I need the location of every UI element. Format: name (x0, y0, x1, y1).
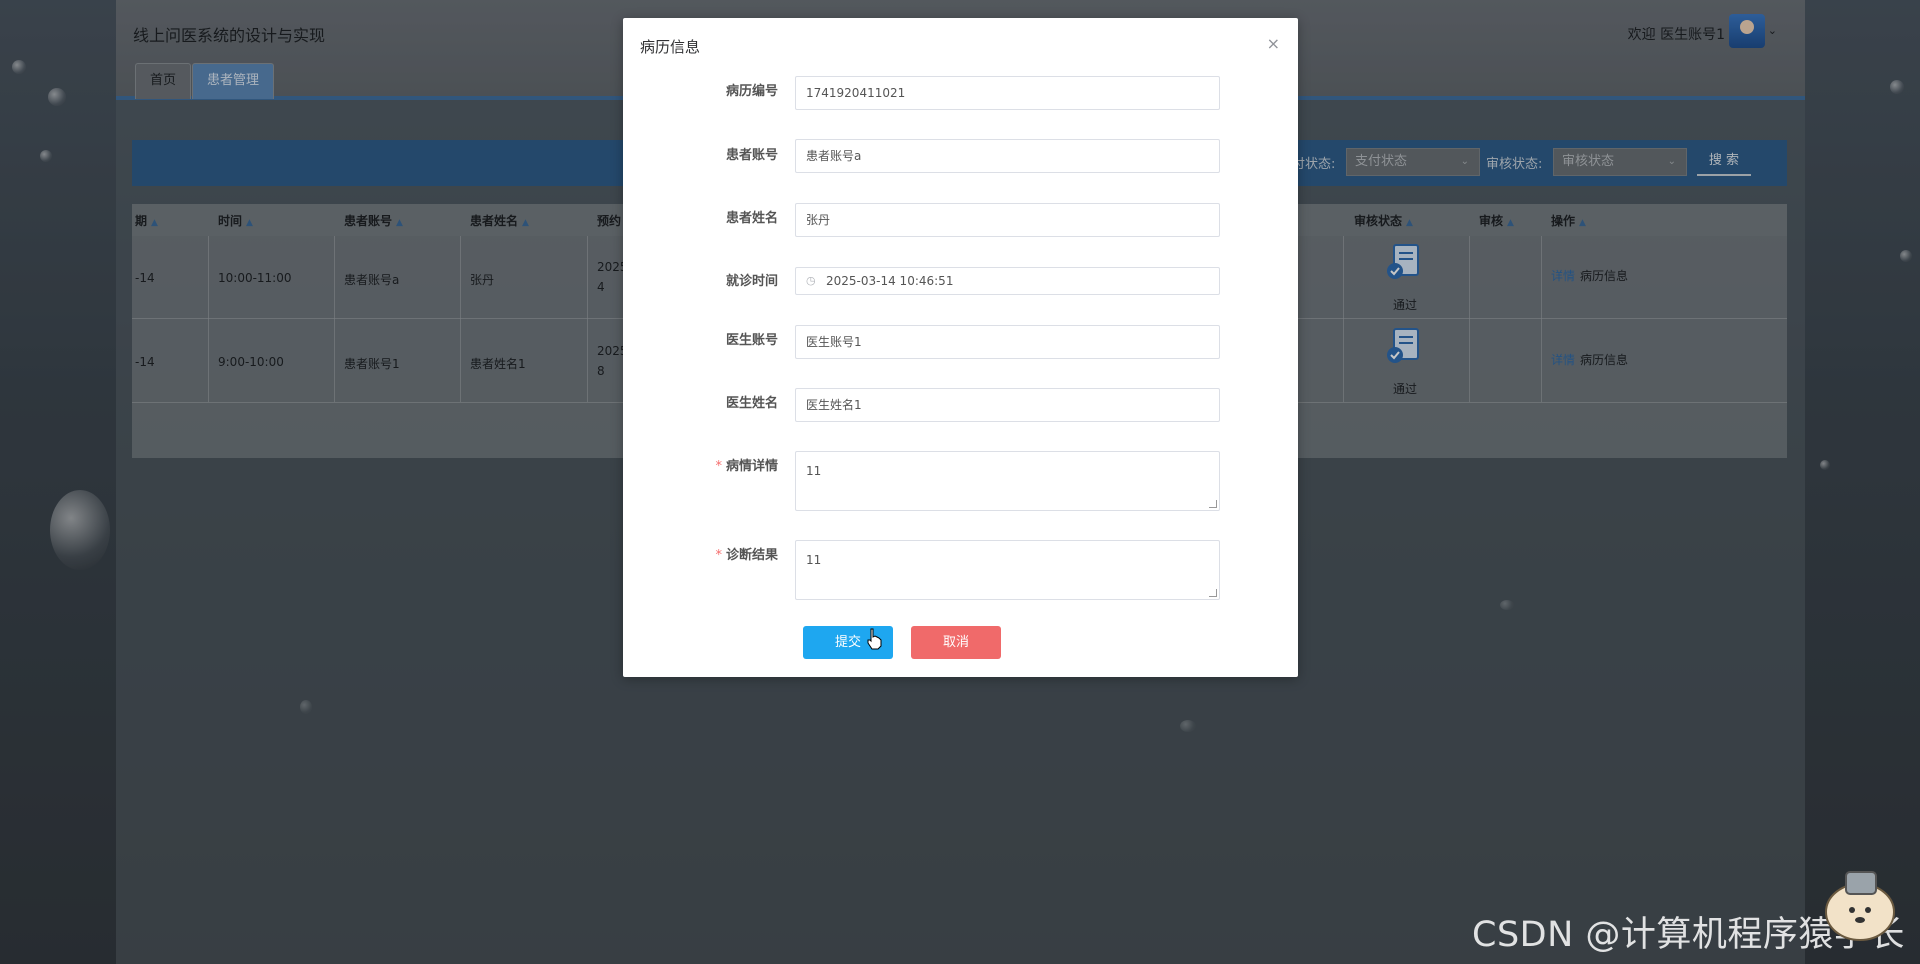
condition-textarea[interactable]: 11 (795, 451, 1220, 511)
patient-name-field[interactable]: 张丹 (795, 203, 1220, 237)
patient-account-label: 患者账号 (725, 148, 778, 163)
cancel-button[interactable]: 取消 (911, 626, 1001, 659)
diagnosis-textarea[interactable]: 11 (795, 540, 1220, 600)
dog-mascot-icon (1825, 871, 1895, 941)
visit-time-field[interactable]: ◷ 2025-03-14 10:46:51 (795, 267, 1220, 295)
visit-time-value: 2025-03-14 10:46:51 (826, 274, 954, 288)
dialog-title: 病历信息 (640, 38, 701, 56)
visit-time-label: 就诊时间 (725, 274, 778, 289)
condition-value: 11 (806, 464, 822, 478)
doctor-name-field[interactable]: 医生姓名1 (795, 388, 1220, 422)
doctor-name-label: 医生姓名 (725, 396, 778, 411)
patient-account-field[interactable]: 患者账号a (795, 139, 1220, 173)
hand-cursor-icon (867, 628, 882, 650)
doctor-account-label: 医生账号 (725, 333, 778, 348)
medical-record-dialog: 病历信息 × 病历编号 1741920411021 患者账号 患者账号a 患者姓… (623, 18, 1298, 677)
clock-icon: ◷ (806, 274, 816, 287)
record-no-field[interactable]: 1741920411021 (795, 76, 1220, 110)
resize-handle-icon[interactable] (1209, 589, 1217, 597)
diagnosis-label: * 诊断结果 (715, 548, 778, 563)
diagnosis-value: 11 (806, 553, 822, 567)
required-mark: * (715, 459, 722, 474)
resize-handle-icon[interactable] (1209, 500, 1217, 508)
patient-name-label: 患者姓名 (725, 211, 778, 226)
condition-label: * 病情详情 (715, 459, 778, 474)
close-icon[interactable]: × (1267, 34, 1280, 53)
doctor-account-field[interactable]: 医生账号1 (795, 325, 1220, 359)
record-no-label: 病历编号 (725, 84, 778, 99)
required-mark: * (715, 548, 722, 563)
